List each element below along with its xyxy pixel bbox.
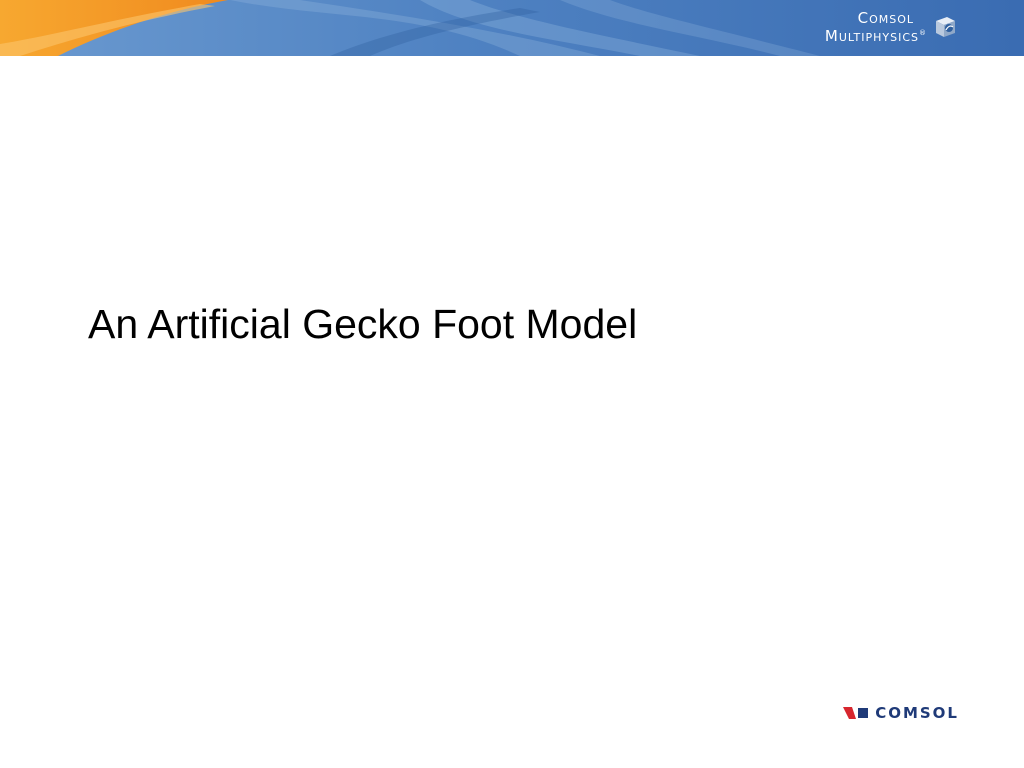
header-banner: Comsol Multiphysics®: [0, 0, 1024, 56]
slide-title: An Artificial Gecko Foot Model: [88, 301, 638, 347]
header-logo-text: Comsol Multiphysics®: [825, 11, 926, 44]
header-logo-line2: Multiphysics®: [825, 26, 926, 44]
comsol-multiphysics-logo: Comsol Multiphysics®: [758, 11, 958, 45]
footer-logo-text: COMSOL: [875, 704, 959, 722]
header-logo-line1: Comsol: [857, 9, 914, 27]
comsol-footer-logo: COMSOL: [843, 703, 959, 723]
comsol-mark-icon: [843, 707, 869, 719]
header-logo-line2-text: Multiphysics: [824, 27, 919, 45]
cube-icon: [936, 17, 955, 37]
registered-mark: ®: [919, 29, 926, 37]
slide: Comsol Multiphysics® An Artificial Gecko…: [0, 0, 1024, 768]
